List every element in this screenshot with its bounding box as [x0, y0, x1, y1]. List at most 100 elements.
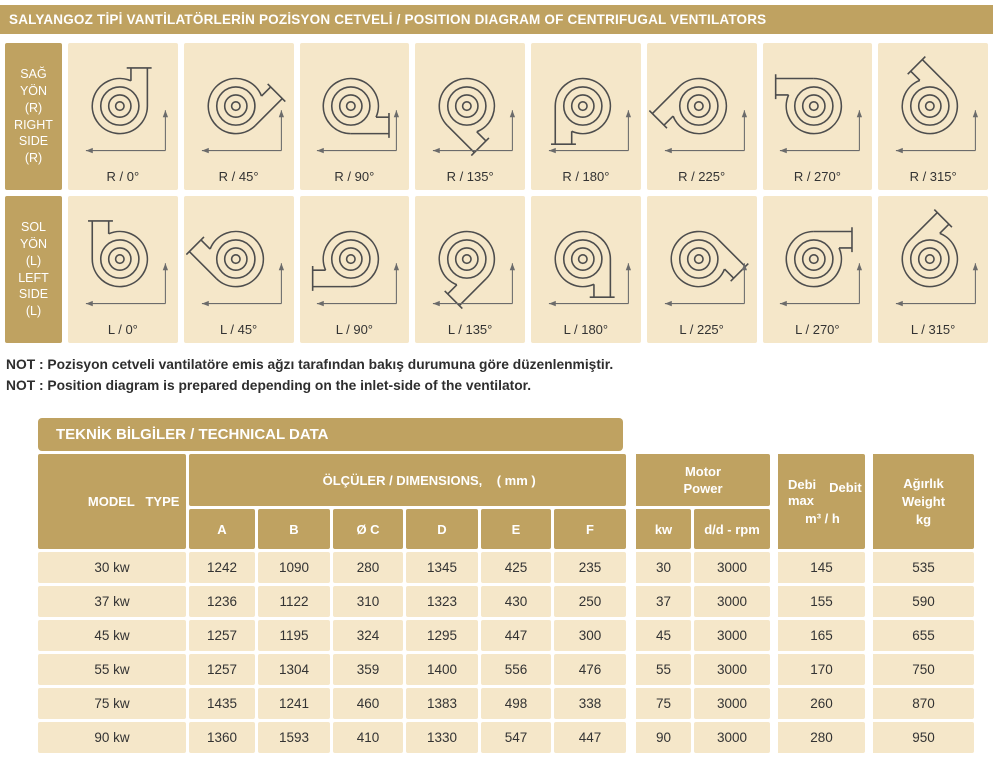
value-cell: 3000 — [694, 654, 770, 685]
col-header-model: MODEL TYPE — [38, 454, 186, 549]
fan-diagram — [880, 46, 986, 164]
value-cell: 750 — [868, 654, 974, 685]
value-cell: 1383 — [406, 688, 478, 719]
value-cell: 310 — [333, 586, 403, 617]
table-row-37-kw: 37 kw123611223101323430250373000155590 — [38, 586, 974, 617]
fan-diagram — [186, 199, 292, 317]
technical-data-table: MODEL TYPE ÖLÇÜLER / DIMENSIONS, ( mm ) … — [35, 451, 977, 756]
value-cell: 170 — [773, 654, 865, 685]
value-cell: 870 — [868, 688, 974, 719]
technical-data-header: TEKNİK BİLGİLER / TECHNICAL DATA — [38, 418, 623, 451]
value-cell: 590 — [868, 586, 974, 617]
notes: NOT : Pozisyon cetveli vantilatöre emis … — [6, 355, 988, 396]
value-cell: 37 — [629, 586, 691, 617]
dimension-arrow-icon — [665, 301, 672, 306]
value-cell: 300 — [554, 620, 626, 651]
value-cell: 3000 — [694, 552, 770, 583]
value-cell: 3000 — [694, 586, 770, 617]
position-cell-right-45: R / 45° — [184, 43, 294, 190]
weight-header-label: Ağırlık Weight kg — [873, 475, 974, 530]
sub-col-header-7: d/d - rpm — [694, 509, 770, 549]
value-cell: 460 — [333, 688, 403, 719]
dimension-arrow-icon — [86, 148, 93, 153]
value-cell: 3000 — [694, 722, 770, 753]
dimension-arrow-icon — [626, 263, 631, 270]
value-cell: 260 — [773, 688, 865, 719]
table-row-45-kw: 45 kw125711953241295447300453000165655 — [38, 620, 974, 651]
value-cell: 425 — [481, 552, 551, 583]
value-cell: 3000 — [694, 688, 770, 719]
position-cell-left-315: L / 315° — [878, 196, 988, 343]
position-label: R / 180° — [562, 164, 609, 189]
dimension-arrow-icon — [665, 148, 672, 153]
sub-col-header-3: D — [406, 509, 478, 549]
position-label: R / 135° — [447, 164, 494, 189]
value-cell: 476 — [554, 654, 626, 685]
debit-label-unit: m³ / h — [788, 511, 865, 526]
value-cell: 165 — [773, 620, 865, 651]
position-label: L / 135° — [448, 317, 492, 342]
value-cell: 547 — [481, 722, 551, 753]
value-cell: 1323 — [406, 586, 478, 617]
weight-label-tr: Ağırlık — [873, 475, 974, 493]
position-cell-left-270: L / 270° — [763, 196, 873, 343]
value-cell: 1090 — [258, 552, 330, 583]
table-header-row-1: MODEL TYPE ÖLÇÜLER / DIMENSIONS, ( mm ) … — [38, 454, 974, 506]
col-group-dimensions: ÖLÇÜLER / DIMENSIONS, ( mm ) — [189, 454, 626, 506]
value-cell: 359 — [333, 654, 403, 685]
value-cell: 1304 — [258, 654, 330, 685]
position-cell-right-90: R / 90° — [300, 43, 410, 190]
value-cell: 1345 — [406, 552, 478, 583]
value-cell: 1593 — [258, 722, 330, 753]
value-cell: 1236 — [189, 586, 255, 617]
position-label: L / 270° — [795, 317, 839, 342]
table-row-75-kw: 75 kw143512414601383498338753000260870 — [38, 688, 974, 719]
value-cell: 655 — [868, 620, 974, 651]
dimension-arrow-icon — [433, 148, 440, 153]
table-row-30-kw: 30 kw124210902801345425235303000145535 — [38, 552, 974, 583]
dimension-arrow-icon — [394, 110, 399, 117]
dimension-arrow-icon — [317, 301, 324, 306]
value-cell: 447 — [554, 722, 626, 753]
value-cell: 1242 — [189, 552, 255, 583]
value-cell: 3000 — [694, 620, 770, 651]
value-cell: 45 — [629, 620, 691, 651]
sub-col-header-1: B — [258, 509, 330, 549]
page-banner: SALYANGOZ TİPİ VANTİLATÖRLERİN POZİSYON … — [0, 5, 993, 34]
position-label: R / 225° — [678, 164, 725, 189]
value-cell: 950 — [868, 722, 974, 753]
debit-label-en: Debit — [829, 480, 862, 495]
value-cell: 498 — [481, 688, 551, 719]
motor-label-line2: Power — [636, 480, 770, 498]
dimension-arrow-icon — [780, 148, 787, 153]
fan-diagram — [301, 199, 407, 317]
sub-col-header-2: Ø C — [333, 509, 403, 549]
dimension-arrow-icon — [278, 110, 283, 117]
side-label-left: SOLYÖN(L)LEFTSIDE(L) — [5, 196, 62, 343]
position-label: L / 180° — [564, 317, 608, 342]
dimension-arrow-icon — [626, 110, 631, 117]
dimension-arrow-icon — [973, 110, 978, 117]
dimension-arrow-icon — [394, 263, 399, 270]
position-label: R / 90° — [334, 164, 374, 189]
dimension-arrow-icon — [86, 301, 93, 306]
position-cell-left-45: L / 45° — [184, 196, 294, 343]
value-cell: 1257 — [189, 620, 255, 651]
position-cell-left-90: L / 90° — [300, 196, 410, 343]
position-label: L / 45° — [220, 317, 257, 342]
value-cell: 1241 — [258, 688, 330, 719]
side-label-right: SAĞYÖN(R)RIGHTSIDE(R) — [5, 43, 62, 190]
col-header-weight: Ağırlık Weight kg — [868, 454, 974, 549]
fan-diagram — [186, 46, 292, 164]
position-label: L / 90° — [336, 317, 373, 342]
debit-header-label: DebiDebit max m³ / h — [778, 477, 865, 526]
position-label: L / 225° — [679, 317, 723, 342]
value-cell: 1330 — [406, 722, 478, 753]
table-body: 30 kw12421090280134542523530300014553537… — [38, 552, 974, 753]
model-cell: 75 kw — [38, 688, 186, 719]
position-cell-left-0: L / 0° — [68, 196, 178, 343]
technical-data-section: TEKNİK BİLGİLER / TECHNICAL DATA MODEL T… — [38, 418, 993, 756]
note-line: NOT : Position diagram is prepared depen… — [6, 376, 988, 397]
dimension-arrow-icon — [163, 263, 168, 270]
dimension-arrow-icon — [510, 110, 515, 117]
